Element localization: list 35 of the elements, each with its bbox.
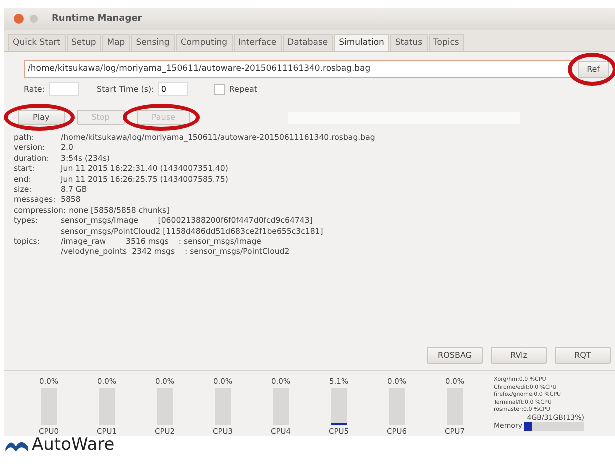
repeat-label: Repeat bbox=[229, 84, 258, 94]
window-title: Runtime Manager bbox=[52, 14, 142, 24]
rate-field[interactable] bbox=[49, 82, 80, 96]
logo-text: AutoWare bbox=[32, 437, 115, 453]
ref-button[interactable]: Ref bbox=[578, 60, 609, 78]
minimize-icon[interactable] bbox=[30, 15, 38, 23]
cpu-meter bbox=[41, 388, 57, 425]
tool-button[interactable]: RQT bbox=[555, 347, 611, 364]
tab[interactable]: Setup bbox=[66, 34, 102, 51]
tab[interactable]: Database bbox=[282, 34, 334, 51]
memory-meter bbox=[524, 422, 584, 431]
start-time-label: Start Time (s): bbox=[97, 84, 154, 94]
tool-button[interactable]: ROSBAG bbox=[427, 347, 483, 364]
tab[interactable]: Sensing bbox=[131, 34, 175, 51]
cpu-meter bbox=[215, 388, 231, 425]
repeat-checkbox[interactable] bbox=[214, 84, 226, 94]
rate-label: Rate: bbox=[24, 84, 46, 94]
tab[interactable]: Computing bbox=[176, 34, 232, 51]
start-time-field[interactable]: 0 bbox=[158, 82, 188, 96]
file-path-field[interactable]: /home/kitsukawa/log/moriyama_150611/autoware-20150611161340.rosbag.bag bbox=[24, 60, 572, 78]
cpu-meter bbox=[389, 388, 405, 425]
tab[interactable]: Map bbox=[102, 34, 130, 51]
tab[interactable]: Topics bbox=[428, 34, 464, 51]
cpu-meter bbox=[273, 388, 289, 425]
tab[interactable]: Status bbox=[390, 34, 428, 51]
tab[interactable]: Simulation bbox=[334, 34, 390, 51]
cpu-meter bbox=[157, 388, 173, 425]
playback-button[interactable]: Play bbox=[18, 110, 65, 125]
close-icon[interactable] bbox=[14, 14, 24, 24]
cpu-meter bbox=[447, 388, 463, 425]
tool-button[interactable]: RViz bbox=[491, 347, 547, 364]
cpu-meter bbox=[99, 388, 115, 425]
cpu-meter bbox=[331, 388, 347, 425]
tab[interactable]: Quick Start bbox=[8, 34, 66, 51]
tab[interactable]: Interface bbox=[234, 34, 282, 51]
